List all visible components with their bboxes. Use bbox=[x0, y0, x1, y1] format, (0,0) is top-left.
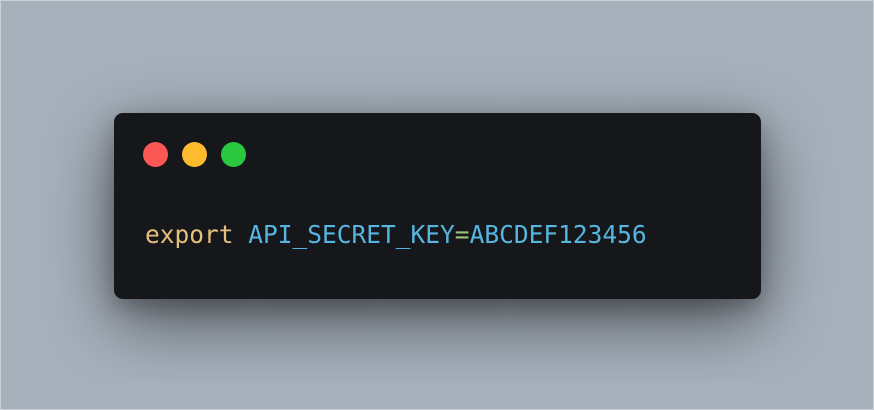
code-keyword: export bbox=[145, 220, 234, 249]
code-operator: = bbox=[454, 220, 470, 249]
window-controls bbox=[143, 142, 246, 167]
code-window: export API_SECRET_KEY=ABCDEF123456 bbox=[114, 113, 761, 299]
minimize-dot-icon bbox=[182, 142, 207, 167]
maximize-dot-icon bbox=[221, 142, 246, 167]
close-dot-icon bbox=[143, 142, 168, 167]
code-variable-name: API_SECRET_KEY bbox=[248, 220, 455, 249]
code-value: ABCDEF123456 bbox=[469, 220, 647, 249]
code-line: export API_SECRET_KEY=ABCDEF123456 bbox=[145, 218, 647, 252]
